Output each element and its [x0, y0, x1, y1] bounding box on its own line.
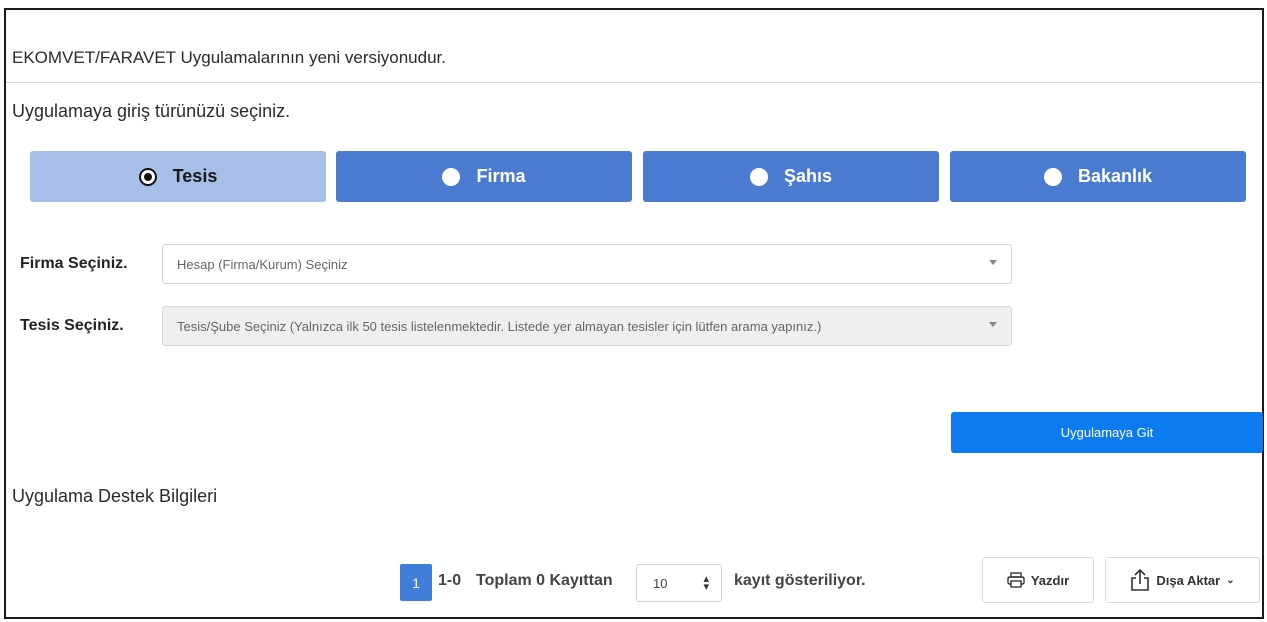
page-size-value: 10: [653, 575, 668, 591]
page-frame: EKOMVET/FARAVET Uygulamalarının yeni ver…: [4, 8, 1264, 619]
login-type-tabs: Tesis Firma Şahıs Bakanlık: [30, 151, 1246, 202]
printer-icon: [1007, 572, 1025, 588]
updown-icon: ▴ ▾: [703, 573, 709, 593]
export-button[interactable]: Dışa Aktar ⌄: [1105, 557, 1260, 603]
tab-label: Bakanlık: [1077, 166, 1153, 186]
radio-icon: [442, 167, 461, 186]
radio-icon: [749, 167, 768, 186]
firma-label: Firma Seçiniz.: [20, 255, 128, 272]
radio-icon: [1043, 167, 1062, 186]
page-subtitle: Uygulamaya giriş türünüzü seçiniz.: [12, 101, 291, 121]
tab-tesis[interactable]: Tesis: [30, 151, 326, 202]
go-to-app-button[interactable]: Uygulamaya Git: [951, 412, 1263, 453]
tab-bakanlik[interactable]: Bakanlık: [950, 151, 1246, 202]
tab-label: Firma: [476, 166, 526, 186]
chevron-down-icon: ⌄: [1226, 574, 1235, 586]
tesis-select-placeholder: Tesis/Şube Seçiniz (Yalnızca ilk 50 tesi…: [177, 318, 822, 334]
print-label: Yazdır: [1030, 572, 1070, 588]
share-icon: [1131, 569, 1150, 591]
print-button[interactable]: Yazdır: [982, 557, 1094, 603]
firma-select[interactable]: Hesap (Firma/Kurum) Seçiniz: [162, 244, 1012, 284]
page-number-button[interactable]: 1: [400, 564, 432, 601]
radio-selected-icon: [138, 167, 157, 186]
firma-select-placeholder: Hesap (Firma/Kurum) Seçiniz: [177, 256, 348, 272]
support-title: Uygulama Destek Bilgileri: [12, 486, 218, 506]
pagination-range: 1-0: [438, 572, 462, 589]
page-title: EKOMVET/FARAVET Uygulamalarının yeni ver…: [12, 48, 446, 67]
page-size-select[interactable]: 10 ▴ ▾: [636, 564, 722, 602]
pagination-total: Toplam 0 Kayıttan: [476, 572, 613, 589]
divider: [6, 82, 1262, 83]
export-label: Dışa Aktar: [1156, 572, 1221, 588]
tab-firma[interactable]: Firma: [336, 151, 632, 202]
records-text: kayıt gösteriliyor.: [734, 572, 866, 589]
tab-label: Şahıs: [783, 166, 833, 186]
tesis-select[interactable]: Tesis/Şube Seçiniz (Yalnızca ilk 50 tesi…: [162, 306, 1012, 346]
tab-sahis[interactable]: Şahıs: [643, 151, 939, 202]
tesis-label: Tesis Seçiniz.: [20, 317, 124, 334]
chevron-down-icon: [989, 322, 997, 327]
tab-label: Tesis: [172, 166, 218, 186]
chevron-down-icon: [989, 260, 997, 265]
